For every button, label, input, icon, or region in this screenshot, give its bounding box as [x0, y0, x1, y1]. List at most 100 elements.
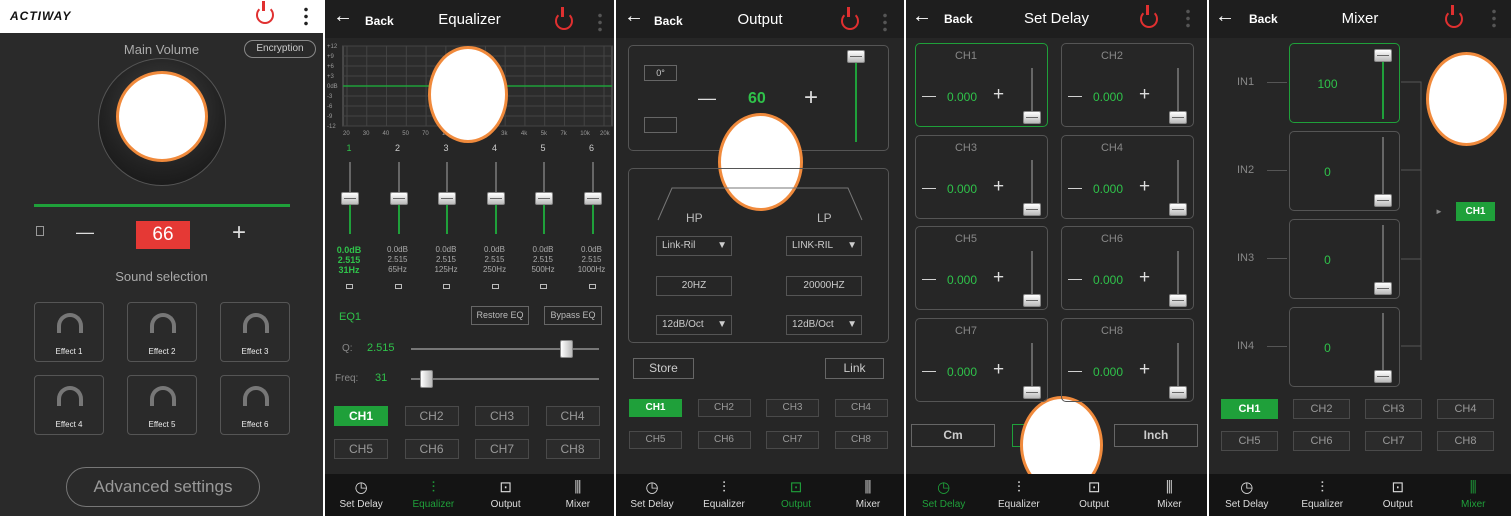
- delay-minus-button[interactable]: —: [1068, 270, 1082, 286]
- power-icon[interactable]: [1140, 5, 1158, 28]
- eq-band-checkbox[interactable]: [346, 284, 353, 289]
- delay-plus-button[interactable]: +: [993, 176, 1004, 198]
- restore-eq-button[interactable]: Restore EQ: [471, 306, 529, 325]
- eq-band-slider-knob[interactable]: [583, 191, 602, 205]
- hp-filter-type-select[interactable]: Link-Ril ▼: [656, 236, 732, 256]
- tab-mixer[interactable]: ⫼ Mixer: [1134, 474, 1204, 516]
- advanced-settings-button[interactable]: Advanced settings: [66, 467, 260, 507]
- delay-minus-button[interactable]: —: [1068, 362, 1082, 378]
- delay-plus-button[interactable]: +: [1139, 359, 1150, 381]
- output-plus-button[interactable]: +: [804, 84, 818, 112]
- tab-output[interactable]: ⊡ Output: [1363, 474, 1433, 516]
- delay-slider-knob[interactable]: [1023, 111, 1041, 124]
- delay-plus-button[interactable]: +: [993, 359, 1004, 381]
- link-button[interactable]: Link: [825, 358, 884, 379]
- eq-band-checkbox[interactable]: [394, 284, 402, 289]
- delay-slider-knob[interactable]: [1169, 202, 1187, 216]
- tab-equalizer[interactable]: ⫶ Equalizer: [689, 474, 759, 516]
- lp-slope-select[interactable]: 12dB/Oct ▼: [786, 315, 862, 335]
- volume-minus-button[interactable]: —: [76, 222, 94, 243]
- more-menu-icon[interactable]: [304, 6, 308, 26]
- freq-slider[interactable]: [411, 370, 599, 388]
- channel-button-ch7[interactable]: CH7: [1365, 431, 1422, 451]
- tab-set-delay[interactable]: ◷ Set Delay: [909, 474, 979, 516]
- eq-band-checkbox[interactable]: [443, 284, 450, 289]
- eq-band-checkbox[interactable]: [588, 284, 596, 289]
- lp-frequency-field[interactable]: 20000HZ: [786, 276, 862, 296]
- tab-output[interactable]: ⊡ Output: [761, 474, 831, 516]
- channel-button-ch7[interactable]: CH7: [766, 431, 819, 449]
- tab-equalizer[interactable]: ⫶ Equalizer: [1287, 474, 1357, 516]
- power-icon[interactable]: [1445, 5, 1463, 28]
- channel-button-ch5[interactable]: CH5: [1221, 431, 1278, 451]
- eq-band-slider-knob[interactable]: [438, 191, 456, 205]
- delay-plus-button[interactable]: +: [993, 84, 1004, 106]
- effect-button[interactable]: Effect 5: [127, 375, 197, 435]
- eq-band-checkbox[interactable]: [491, 284, 499, 289]
- delay-minus-button[interactable]: —: [922, 270, 936, 286]
- delay-minus-button[interactable]: —: [922, 362, 936, 378]
- channel-button-ch4[interactable]: CH4: [545, 406, 600, 426]
- eq-band-slider-knob[interactable]: [486, 191, 505, 205]
- effect-button[interactable]: Effect 1: [34, 302, 104, 362]
- phase-button[interactable]: 0°: [644, 65, 677, 81]
- delay-minus-button[interactable]: —: [922, 87, 936, 103]
- volume-plus-button[interactable]: +: [232, 219, 246, 247]
- delay-slider-knob[interactable]: [1023, 294, 1041, 307]
- bypass-eq-button[interactable]: Bypass EQ: [544, 306, 602, 325]
- hp-frequency-field[interactable]: 20HZ: [656, 276, 732, 296]
- channel-button-ch1[interactable]: CH1: [1221, 399, 1278, 419]
- tab-equalizer[interactable]: ⫶ Equalizer: [398, 474, 468, 516]
- tab-set-delay[interactable]: ◷ Set Delay: [1212, 474, 1282, 516]
- tab-output[interactable]: ⊡ Output: [1059, 474, 1129, 516]
- tab-mixer[interactable]: ⫼ Mixer: [833, 474, 903, 516]
- eq-band-slider-knob[interactable]: [341, 191, 359, 205]
- channel-button-ch8[interactable]: CH8: [1437, 431, 1494, 451]
- channel-button-ch6[interactable]: CH6: [404, 439, 459, 459]
- q-slider-knob[interactable]: [559, 340, 573, 358]
- delay-plus-button[interactable]: +: [993, 267, 1004, 289]
- eq-band-slider-knob[interactable]: [389, 191, 408, 205]
- effect-button[interactable]: Effect 6: [220, 375, 290, 435]
- q-slider[interactable]: [411, 340, 599, 358]
- delay-minus-button[interactable]: —: [922, 179, 936, 195]
- tab-output[interactable]: ⊡ Output: [471, 474, 541, 516]
- channel-button-ch6[interactable]: CH6: [697, 431, 751, 449]
- more-menu-icon[interactable]: [1186, 8, 1190, 28]
- output-gain-slider-knob[interactable]: [847, 50, 865, 63]
- channel-button-ch3[interactable]: CH3: [475, 406, 529, 426]
- channel-button-ch7[interactable]: CH7: [475, 439, 529, 459]
- channel-button-ch8[interactable]: CH8: [545, 439, 600, 459]
- eq-band-slider-knob[interactable]: [535, 191, 553, 205]
- channel-button-ch4[interactable]: CH4: [1437, 399, 1494, 419]
- channel-button-ch2[interactable]: CH2: [1293, 399, 1350, 419]
- tab-set-delay[interactable]: ◷ Set Delay: [326, 474, 396, 516]
- mixer-input-slider-knob[interactable]: [1374, 282, 1392, 295]
- delay-slider-knob[interactable]: [1169, 111, 1187, 124]
- tab-mixer[interactable]: ⫼ Mixer: [543, 474, 613, 516]
- lp-filter-type-select[interactable]: LINK-RIL ▼: [786, 236, 862, 256]
- delay-plus-button[interactable]: +: [1139, 176, 1150, 198]
- power-icon[interactable]: [841, 7, 859, 30]
- power-icon[interactable]: [256, 1, 274, 24]
- channel-button-ch2[interactable]: CH2: [404, 406, 459, 426]
- delay-minus-button[interactable]: —: [1068, 87, 1082, 103]
- mixer-input-slider-knob[interactable]: [1374, 49, 1392, 62]
- store-button[interactable]: Store: [633, 358, 694, 379]
- mute-speaker-icon[interactable]: [644, 117, 677, 133]
- mixer-output-channel[interactable]: CH1: [1456, 202, 1495, 221]
- tab-mixer[interactable]: ⫼ Mixer: [1438, 474, 1508, 516]
- hp-slope-select[interactable]: 12dB/Oct ▼: [656, 315, 732, 335]
- freq-slider-knob[interactable]: [419, 370, 433, 388]
- cm-unit-button[interactable]: Cm: [911, 424, 995, 447]
- effect-button[interactable]: Effect 4: [34, 375, 104, 435]
- channel-button-ch1[interactable]: CH1: [629, 399, 682, 417]
- tab-set-delay[interactable]: ◷ Set Delay: [617, 474, 687, 516]
- delay-plus-button[interactable]: +: [1139, 267, 1150, 289]
- channel-button-ch2[interactable]: CH2: [697, 399, 751, 417]
- channel-button-ch8[interactable]: CH8: [834, 431, 888, 449]
- channel-button-ch5[interactable]: CH5: [629, 431, 682, 449]
- more-menu-icon[interactable]: [883, 12, 887, 32]
- effect-button[interactable]: Effect 3: [220, 302, 290, 362]
- tab-equalizer[interactable]: ⫶ Equalizer: [984, 474, 1054, 516]
